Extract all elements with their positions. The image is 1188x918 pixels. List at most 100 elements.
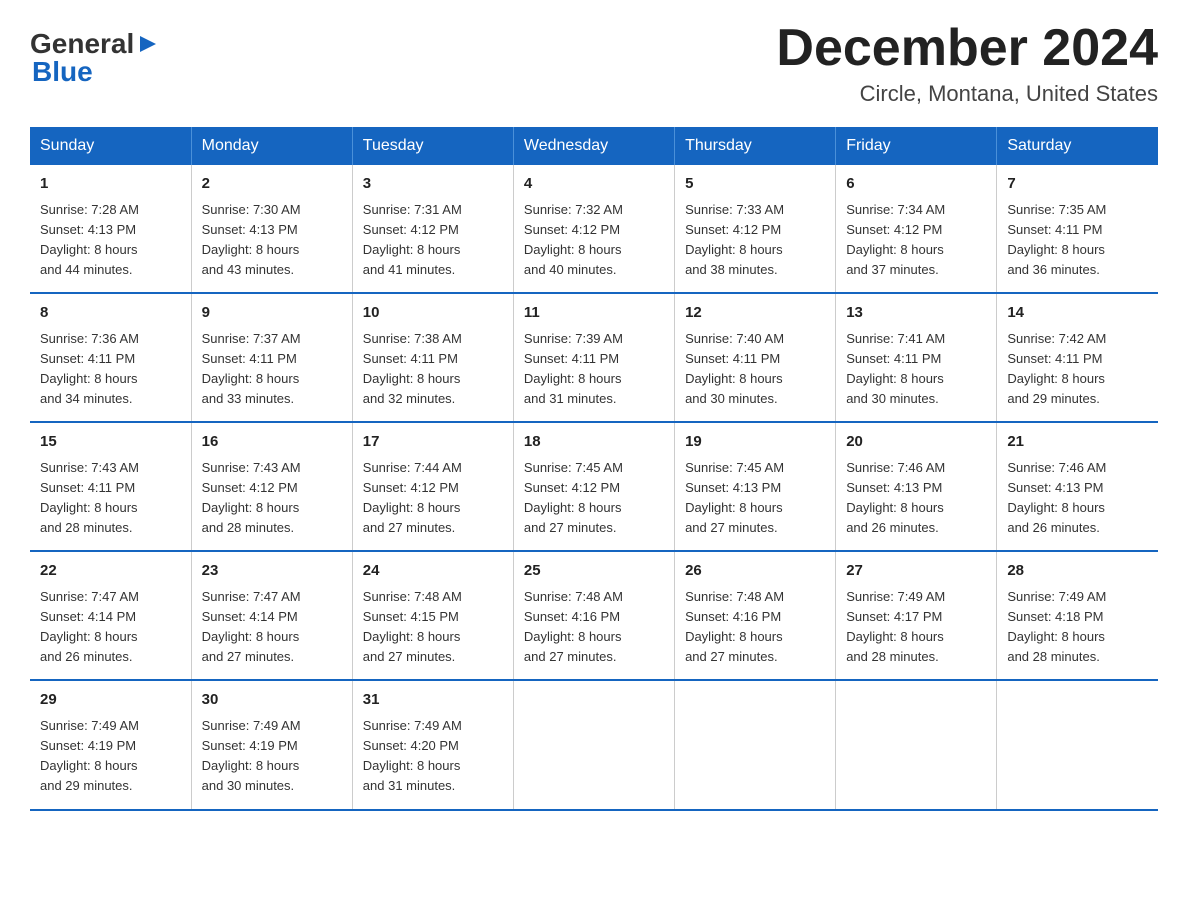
title-area: December 2024 Circle, Montana, United St…: [776, 20, 1158, 107]
calendar-cell: 9 Sunrise: 7:37 AMSunset: 4:11 PMDayligh…: [191, 293, 352, 422]
calendar-cell: 13 Sunrise: 7:41 AMSunset: 4:11 PMDaylig…: [836, 293, 997, 422]
logo-blue-text: Blue: [32, 58, 93, 86]
day-info: Sunrise: 7:48 AMSunset: 4:16 PMDaylight:…: [685, 589, 784, 664]
day-number: 15: [40, 431, 181, 454]
calendar-week-1: 1 Sunrise: 7:28 AMSunset: 4:13 PMDayligh…: [30, 165, 1158, 293]
calendar-cell: 22 Sunrise: 7:47 AMSunset: 4:14 PMDaylig…: [30, 551, 191, 680]
day-number: 4: [524, 173, 664, 196]
logo: General Blue: [30, 30, 160, 86]
calendar-cell: 16 Sunrise: 7:43 AMSunset: 4:12 PMDaylig…: [191, 422, 352, 551]
calendar-cell: 30 Sunrise: 7:49 AMSunset: 4:19 PMDaylig…: [191, 680, 352, 809]
day-info: Sunrise: 7:44 AMSunset: 4:12 PMDaylight:…: [363, 460, 462, 535]
logo-general-text: General: [30, 30, 134, 58]
calendar-week-3: 15 Sunrise: 7:43 AMSunset: 4:11 PMDaylig…: [30, 422, 1158, 551]
day-info: Sunrise: 7:38 AMSunset: 4:11 PMDaylight:…: [363, 331, 462, 406]
day-info: Sunrise: 7:46 AMSunset: 4:13 PMDaylight:…: [1007, 460, 1106, 535]
calendar-cell: 29 Sunrise: 7:49 AMSunset: 4:19 PMDaylig…: [30, 680, 191, 809]
day-info: Sunrise: 7:33 AMSunset: 4:12 PMDaylight:…: [685, 202, 784, 277]
day-number: 27: [846, 560, 986, 583]
day-info: Sunrise: 7:35 AMSunset: 4:11 PMDaylight:…: [1007, 202, 1106, 277]
day-info: Sunrise: 7:34 AMSunset: 4:12 PMDaylight:…: [846, 202, 945, 277]
day-info: Sunrise: 7:49 AMSunset: 4:19 PMDaylight:…: [40, 718, 139, 793]
day-number: 24: [363, 560, 503, 583]
header-friday: Friday: [836, 127, 997, 165]
day-number: 1: [40, 173, 181, 196]
day-number: 5: [685, 173, 825, 196]
calendar-cell: 12 Sunrise: 7:40 AMSunset: 4:11 PMDaylig…: [675, 293, 836, 422]
calendar-cell: 2 Sunrise: 7:30 AMSunset: 4:13 PMDayligh…: [191, 165, 352, 293]
calendar-cell: 10 Sunrise: 7:38 AMSunset: 4:11 PMDaylig…: [352, 293, 513, 422]
calendar-cell: 14 Sunrise: 7:42 AMSunset: 4:11 PMDaylig…: [997, 293, 1158, 422]
logo-arrow-icon: [136, 33, 158, 55]
day-info: Sunrise: 7:47 AMSunset: 4:14 PMDaylight:…: [202, 589, 301, 664]
calendar-cell: 28 Sunrise: 7:49 AMSunset: 4:18 PMDaylig…: [997, 551, 1158, 680]
day-number: 21: [1007, 431, 1148, 454]
calendar-cell: 25 Sunrise: 7:48 AMSunset: 4:16 PMDaylig…: [513, 551, 674, 680]
day-number: 10: [363, 302, 503, 325]
day-number: 17: [363, 431, 503, 454]
day-info: Sunrise: 7:49 AMSunset: 4:17 PMDaylight:…: [846, 589, 945, 664]
calendar-table: Sunday Monday Tuesday Wednesday Thursday…: [30, 127, 1158, 810]
day-info: Sunrise: 7:46 AMSunset: 4:13 PMDaylight:…: [846, 460, 945, 535]
day-number: 6: [846, 173, 986, 196]
location-title: Circle, Montana, United States: [776, 81, 1158, 107]
day-number: 18: [524, 431, 664, 454]
calendar-cell: 26 Sunrise: 7:48 AMSunset: 4:16 PMDaylig…: [675, 551, 836, 680]
day-number: 9: [202, 302, 342, 325]
day-number: 20: [846, 431, 986, 454]
day-number: 14: [1007, 302, 1148, 325]
day-info: Sunrise: 7:48 AMSunset: 4:16 PMDaylight:…: [524, 589, 623, 664]
page-header: General Blue December 2024 Circle, Monta…: [30, 20, 1158, 107]
day-info: Sunrise: 7:45 AMSunset: 4:13 PMDaylight:…: [685, 460, 784, 535]
day-number: 11: [524, 302, 664, 325]
day-info: Sunrise: 7:49 AMSunset: 4:18 PMDaylight:…: [1007, 589, 1106, 664]
header-saturday: Saturday: [997, 127, 1158, 165]
calendar-cell: 18 Sunrise: 7:45 AMSunset: 4:12 PMDaylig…: [513, 422, 674, 551]
day-number: 28: [1007, 560, 1148, 583]
day-info: Sunrise: 7:39 AMSunset: 4:11 PMDaylight:…: [524, 331, 623, 406]
calendar-cell: 15 Sunrise: 7:43 AMSunset: 4:11 PMDaylig…: [30, 422, 191, 551]
header-row: Sunday Monday Tuesday Wednesday Thursday…: [30, 127, 1158, 165]
calendar-week-5: 29 Sunrise: 7:49 AMSunset: 4:19 PMDaylig…: [30, 680, 1158, 809]
day-number: 30: [202, 689, 342, 712]
calendar-cell: 8 Sunrise: 7:36 AMSunset: 4:11 PMDayligh…: [30, 293, 191, 422]
day-number: 29: [40, 689, 181, 712]
header-monday: Monday: [191, 127, 352, 165]
day-info: Sunrise: 7:49 AMSunset: 4:19 PMDaylight:…: [202, 718, 301, 793]
calendar-cell: 24 Sunrise: 7:48 AMSunset: 4:15 PMDaylig…: [352, 551, 513, 680]
day-number: 31: [363, 689, 503, 712]
calendar-cell: 5 Sunrise: 7:33 AMSunset: 4:12 PMDayligh…: [675, 165, 836, 293]
day-number: 25: [524, 560, 664, 583]
calendar-header: Sunday Monday Tuesday Wednesday Thursday…: [30, 127, 1158, 165]
day-info: Sunrise: 7:30 AMSunset: 4:13 PMDaylight:…: [202, 202, 301, 277]
day-number: 26: [685, 560, 825, 583]
day-number: 13: [846, 302, 986, 325]
day-info: Sunrise: 7:37 AMSunset: 4:11 PMDaylight:…: [202, 331, 301, 406]
calendar-cell: 20 Sunrise: 7:46 AMSunset: 4:13 PMDaylig…: [836, 422, 997, 551]
calendar-cell: [836, 680, 997, 809]
day-number: 8: [40, 302, 181, 325]
calendar-cell: 31 Sunrise: 7:49 AMSunset: 4:20 PMDaylig…: [352, 680, 513, 809]
day-info: Sunrise: 7:43 AMSunset: 4:12 PMDaylight:…: [202, 460, 301, 535]
header-tuesday: Tuesday: [352, 127, 513, 165]
day-info: Sunrise: 7:48 AMSunset: 4:15 PMDaylight:…: [363, 589, 462, 664]
day-info: Sunrise: 7:31 AMSunset: 4:12 PMDaylight:…: [363, 202, 462, 277]
calendar-week-4: 22 Sunrise: 7:47 AMSunset: 4:14 PMDaylig…: [30, 551, 1158, 680]
day-info: Sunrise: 7:40 AMSunset: 4:11 PMDaylight:…: [685, 331, 784, 406]
calendar-cell: 3 Sunrise: 7:31 AMSunset: 4:12 PMDayligh…: [352, 165, 513, 293]
day-number: 2: [202, 173, 342, 196]
calendar-week-2: 8 Sunrise: 7:36 AMSunset: 4:11 PMDayligh…: [30, 293, 1158, 422]
day-number: 19: [685, 431, 825, 454]
day-number: 16: [202, 431, 342, 454]
header-sunday: Sunday: [30, 127, 191, 165]
calendar-cell: 19 Sunrise: 7:45 AMSunset: 4:13 PMDaylig…: [675, 422, 836, 551]
calendar-cell: 4 Sunrise: 7:32 AMSunset: 4:12 PMDayligh…: [513, 165, 674, 293]
day-info: Sunrise: 7:45 AMSunset: 4:12 PMDaylight:…: [524, 460, 623, 535]
calendar-cell: 6 Sunrise: 7:34 AMSunset: 4:12 PMDayligh…: [836, 165, 997, 293]
calendar-cell: 7 Sunrise: 7:35 AMSunset: 4:11 PMDayligh…: [997, 165, 1158, 293]
day-number: 3: [363, 173, 503, 196]
day-info: Sunrise: 7:36 AMSunset: 4:11 PMDaylight:…: [40, 331, 139, 406]
day-number: 23: [202, 560, 342, 583]
calendar-cell: 11 Sunrise: 7:39 AMSunset: 4:11 PMDaylig…: [513, 293, 674, 422]
calendar-cell: [513, 680, 674, 809]
